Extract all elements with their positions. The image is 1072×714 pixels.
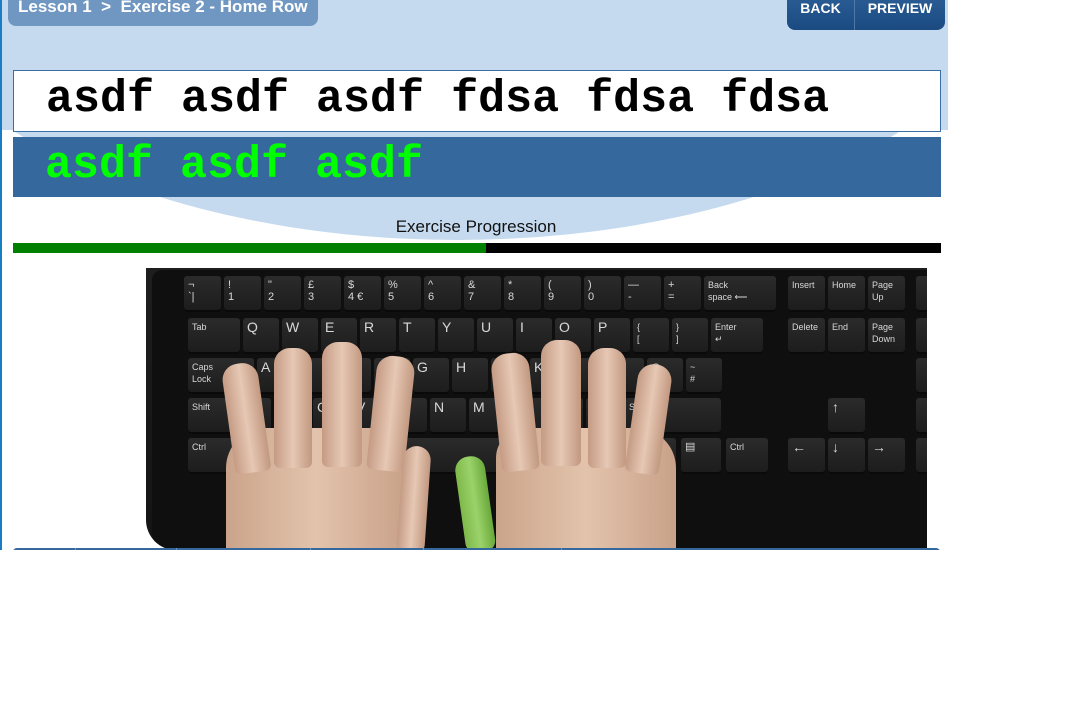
key-nav-5: Page Down	[868, 318, 905, 354]
key-nav-3: Delete	[788, 318, 825, 354]
typing-tutor-app: Lesson 1 > Exercise 2 - Home Row BACK PR…	[0, 0, 948, 550]
back-button[interactable]: BACK	[787, 0, 855, 30]
bottom-tab-bar	[13, 548, 940, 550]
key-numpad-edge-3	[916, 398, 927, 434]
progress-fill	[13, 243, 487, 253]
key-nav-1: Home	[828, 276, 865, 312]
key-number-1: ! 1	[224, 276, 261, 312]
key-top-7: U	[477, 318, 513, 354]
tab-divider	[310, 548, 311, 550]
nav-button-group: BACK PREVIEW	[787, 0, 945, 30]
key-number-8: * 8	[504, 276, 541, 312]
key-arrow-down: ↓	[828, 438, 865, 474]
key-numpad-edge-2	[916, 358, 927, 394]
key-top-4: R	[360, 318, 396, 354]
progress-label: Exercise Progression	[395, 217, 557, 236]
key-nav-4: End	[828, 318, 865, 354]
key-nav-0: Insert	[788, 276, 825, 312]
key-top-1: Q	[243, 318, 279, 354]
keyboard-illustration: ¬ `|! 1 " 2 £ 3 $ 4 €% 5 ^ 6 & 7 * 8( 9) 0— - +…	[146, 268, 927, 550]
key-top-6: Y	[438, 318, 474, 354]
key-number-3: £ 3	[304, 276, 341, 312]
key-number-4: $ 4 €	[344, 276, 381, 312]
left-middle-finger	[322, 342, 362, 467]
key-nav-2: Page Up	[868, 276, 905, 312]
key-top-11: { [	[633, 318, 669, 354]
breadcrumb-lesson[interactable]: Lesson 1	[18, 0, 92, 26]
key-number-7: & 7	[464, 276, 501, 312]
key-arrow-up: ↑	[828, 398, 865, 434]
key-number-5: % 5	[384, 276, 421, 312]
key-arrow-right: →	[868, 438, 905, 474]
right-ring-finger	[588, 348, 626, 468]
breadcrumb-exercise: Exercise 2 - Home Row	[120, 0, 308, 16]
key-number-13: Back space ⟵	[704, 276, 776, 312]
target-text-line: asdf asdf asdf fdsa fdsa fdsa	[13, 70, 941, 132]
key-number-9: ( 9	[544, 276, 581, 312]
tab-divider	[423, 548, 424, 550]
key-menu: ▤	[681, 438, 721, 474]
key-number-2: " 2	[264, 276, 301, 312]
right-middle-finger	[541, 340, 581, 466]
key-top-12: } ]	[672, 318, 708, 354]
key-numpad-edge-1	[916, 318, 927, 354]
key-number-12: + =	[664, 276, 701, 312]
key-number-6: ^ 6	[424, 276, 461, 312]
key-bottom-6: N	[430, 398, 466, 434]
key-top-13: Enter ↵	[711, 318, 763, 354]
key-numpad-edge-0	[916, 276, 927, 312]
key-home-12: ~ #	[686, 358, 722, 394]
key-home-6: H	[452, 358, 488, 394]
left-ring-finger	[274, 348, 312, 468]
key-number-11: — -	[624, 276, 661, 312]
key-top-0: Tab	[188, 318, 240, 354]
key-top-5: T	[399, 318, 435, 354]
typed-text-line[interactable]: asdf asdf asdf	[13, 137, 941, 197]
key-number-0: ¬ `|	[184, 276, 221, 312]
key-home-5: G	[413, 358, 449, 394]
tab-divider	[561, 548, 562, 550]
key-numpad-edge-4	[916, 438, 927, 474]
breadcrumb-separator: >	[101, 0, 112, 16]
tab-divider	[75, 548, 76, 550]
breadcrumb: Lesson 1 > Exercise 2 - Home Row	[8, 0, 318, 26]
key-arrow-left: ←	[788, 438, 825, 474]
preview-button[interactable]: PREVIEW	[855, 0, 945, 30]
tab-divider	[176, 548, 177, 550]
key-ctrl-right: Ctrl	[726, 438, 768, 474]
exercise-progress-bar	[13, 243, 941, 253]
key-number-10: ) 0	[584, 276, 621, 312]
